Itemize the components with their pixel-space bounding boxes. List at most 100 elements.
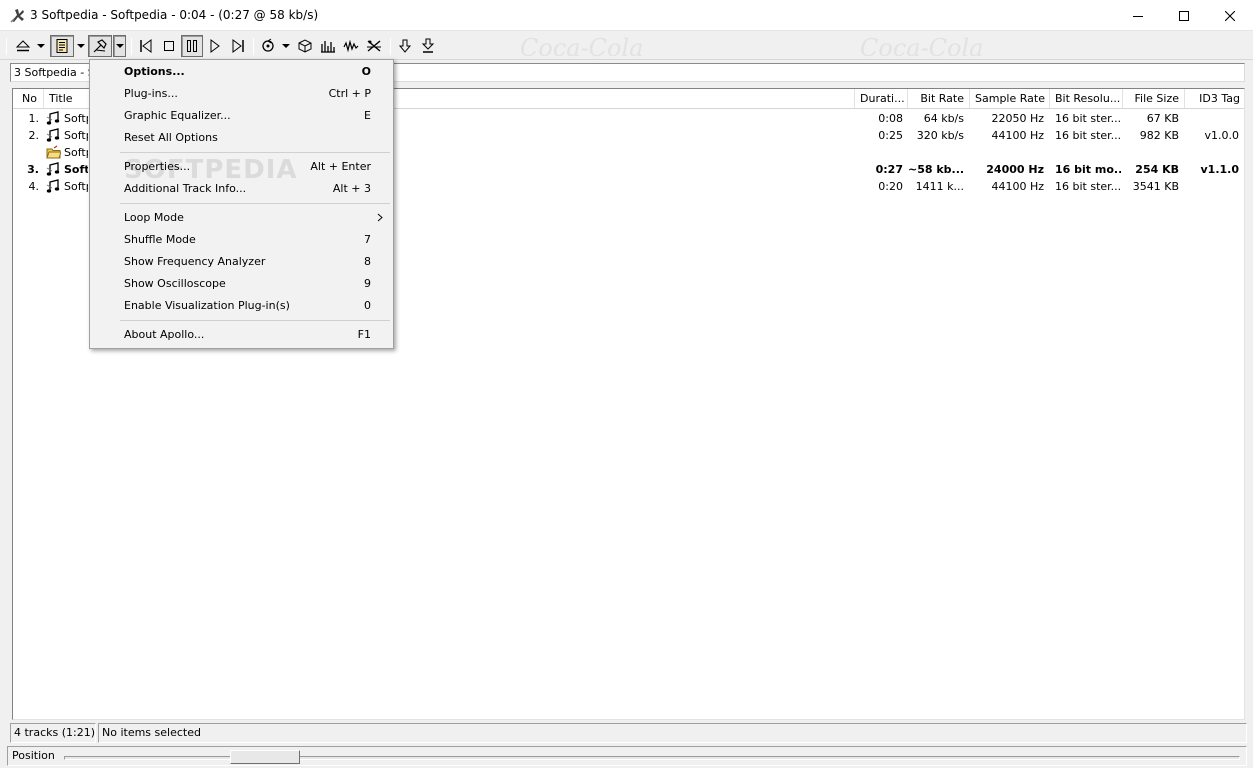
menu-item-label: Options... — [124, 65, 185, 78]
skip-back-icon — [140, 39, 152, 53]
row-bit-resolution: 16 bit mo... — [1055, 163, 1121, 176]
playlist-button[interactable] — [50, 35, 74, 57]
column-header-bit-rate[interactable]: Bit Rate — [908, 89, 970, 108]
toolbar-watermark: Coca-Cola — [520, 34, 644, 60]
play-button[interactable] — [204, 35, 226, 57]
menu-item-label: Enable Visualization Plug-in(s) — [124, 299, 290, 312]
chevron-down-icon — [282, 44, 290, 48]
row-duration: 0:20 — [878, 180, 903, 193]
row-bit-resolution: 16 bit ster... — [1055, 129, 1121, 142]
stop-button[interactable] — [158, 35, 180, 57]
minimize-icon — [1133, 15, 1143, 17]
close-button[interactable] — [1207, 0, 1253, 31]
menu-item-show-frequency-analyzer[interactable]: Show Frequency Analyzer 8 — [92, 251, 391, 273]
minimize-button[interactable] — [1115, 0, 1161, 31]
tools-menu: SOFTPEDIA Options... O Plug-ins... Ctrl … — [89, 59, 394, 349]
next-track-button[interactable] — [227, 35, 249, 57]
column-header-no[interactable]: No — [13, 89, 44, 108]
menu-item-properties[interactable]: Properties... Alt + Enter — [92, 156, 391, 178]
menu-item-options[interactable]: Options... O — [92, 61, 391, 83]
menu-item-graphic-equalizer[interactable]: Graphic Equalizer... E — [92, 105, 391, 127]
toolbar-separator — [390, 38, 391, 55]
music-note-icon — [46, 128, 60, 142]
row-sample-rate: 22050 Hz — [991, 112, 1044, 125]
eject-dropdown-button[interactable] — [35, 35, 47, 57]
menu-item-shortcut: 7 — [364, 233, 371, 246]
chevron-down-icon — [115, 44, 124, 48]
row-duration: 0:08 — [878, 112, 903, 125]
column-header-duration[interactable]: Durati... — [855, 89, 908, 108]
row-sample-rate: 44100 Hz — [991, 129, 1044, 142]
menu-item-reset-all-options[interactable]: Reset All Options — [92, 127, 391, 149]
menu-item-shuffle-mode[interactable]: Shuffle Mode 7 — [92, 229, 391, 251]
visualization-plugin-icon — [367, 40, 381, 52]
toolbar: Coca-Cola Coca-Cola — [0, 32, 1253, 60]
menu-item-enable-visualization-plugins[interactable]: Enable Visualization Plug-in(s) 0 — [92, 295, 391, 317]
oscilloscope-button[interactable] — [340, 35, 362, 57]
column-header-file-size[interactable]: File Size — [1123, 89, 1185, 108]
menu-item-shortcut: 8 — [364, 255, 371, 268]
column-header-bit-resolution[interactable]: Bit Resolu... — [1050, 89, 1123, 108]
row-bit-rate: 64 kb/s — [923, 112, 964, 125]
stop-icon — [164, 41, 174, 51]
chevron-down-icon — [77, 44, 85, 48]
apollo-app-icon[interactable] — [9, 7, 26, 24]
close-icon — [1225, 10, 1235, 21]
shuffle-button[interactable] — [294, 35, 316, 57]
menu-item-shortcut: O — [361, 65, 371, 78]
menu-item-additional-track-info[interactable]: Additional Track Info... Alt + 3 — [92, 178, 391, 200]
menu-item-label: Show Frequency Analyzer — [124, 255, 266, 268]
menu-separator — [120, 152, 390, 153]
position-slider-thumb[interactable] — [229, 750, 300, 764]
pause-button[interactable] — [181, 35, 203, 57]
tools-button[interactable] — [88, 35, 112, 57]
menu-item-shortcut: Alt + 3 — [332, 182, 371, 195]
arrow-down-icon — [398, 39, 412, 53]
row-bit-rate: 320 kb/s — [916, 129, 964, 142]
row-bit-resolution: 16 bit ster... — [1055, 180, 1121, 193]
row-title: Softp — [64, 112, 88, 125]
menu-item-label: Additional Track Info... — [124, 182, 247, 195]
maximize-button[interactable] — [1161, 0, 1207, 31]
row-number: 1. — [28, 112, 40, 125]
row-file-size: 982 KB — [1139, 129, 1179, 142]
row-bit-rate: ~58 kb... — [908, 163, 964, 176]
position-label: Position — [12, 749, 55, 762]
tools-dropdown-button[interactable] — [113, 35, 126, 57]
menu-item-shortcut: Ctrl + P — [328, 87, 371, 100]
arrow-down-to-line-icon — [421, 38, 435, 53]
menu-item-show-oscilloscope[interactable]: Show Oscilloscope 9 — [92, 273, 391, 295]
row-sample-rate: 44100 Hz — [991, 180, 1044, 193]
menu-item-shortcut: 0 — [364, 299, 371, 312]
menu-item-loop-mode[interactable]: Loop Mode — [92, 207, 391, 229]
row-number: 2. — [28, 129, 40, 142]
selection-status: No items selected — [98, 723, 1247, 743]
column-header-sample-rate[interactable]: Sample Rate — [970, 89, 1050, 108]
previous-track-button[interactable] — [135, 35, 157, 57]
menu-item-plug-ins[interactable]: Plug-ins... Ctrl + P — [92, 83, 391, 105]
menu-item-label: Shuffle Mode — [124, 233, 196, 246]
chevron-right-icon — [377, 213, 383, 222]
pause-icon — [187, 40, 197, 52]
playlist-dropdown-button[interactable] — [75, 35, 87, 57]
menu-separator — [120, 203, 390, 204]
move-bottom-button[interactable] — [417, 35, 439, 57]
frequency-analyzer-button[interactable] — [317, 35, 339, 57]
menu-item-about-apollo[interactable]: About Apollo... F1 — [92, 324, 391, 346]
column-header-id3-tag[interactable]: ID3 Tag — [1185, 89, 1244, 108]
eject-button[interactable] — [12, 35, 34, 57]
visualization-plugin-button[interactable] — [363, 35, 385, 57]
playlist-icon — [56, 39, 68, 53]
row-sample-rate: 24000 Hz — [986, 163, 1044, 176]
row-duration: 0:25 — [878, 129, 903, 142]
move-down-button[interactable] — [394, 35, 416, 57]
loop-dropdown-button[interactable] — [280, 35, 292, 57]
position-panel: Position — [7, 746, 1247, 766]
row-title: Softp — [64, 180, 88, 193]
tools-icon — [93, 39, 107, 53]
toolbar-separator — [6, 38, 7, 55]
row-bit-rate: 1411 k... — [915, 180, 964, 193]
loop-button[interactable] — [257, 35, 279, 57]
row-duration: 0:27 — [875, 163, 903, 176]
folder-icon — [46, 145, 61, 159]
